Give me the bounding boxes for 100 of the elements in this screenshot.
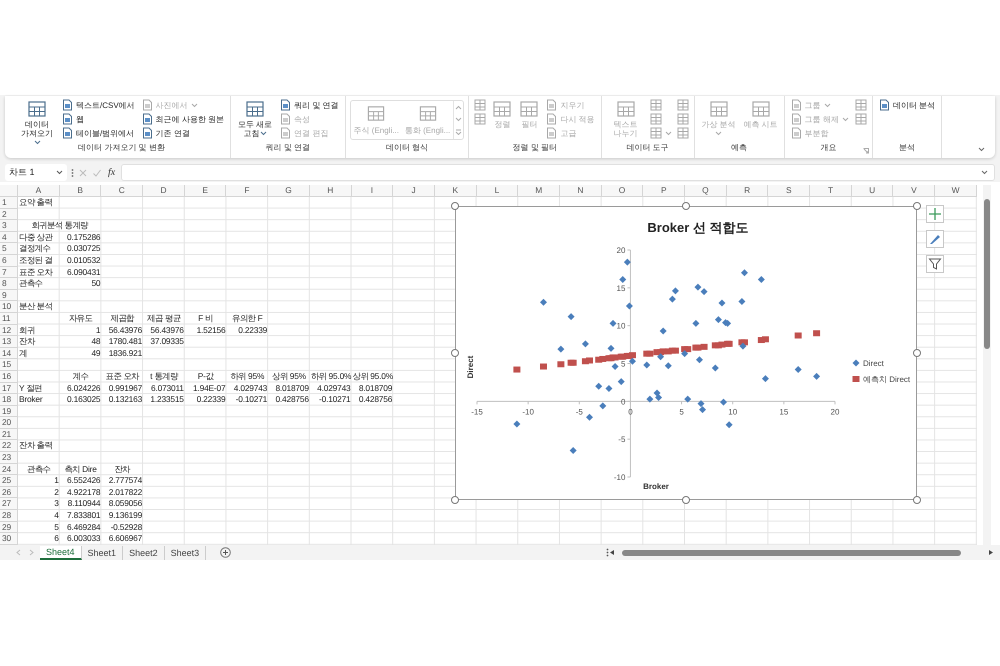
table-cell-text: 0.428756 xyxy=(358,394,394,406)
table-cell-text: 0.175286 xyxy=(66,232,102,244)
table-cell: 상위 95.0% xyxy=(352,370,394,382)
tick-label: -5 xyxy=(618,435,626,444)
table-cell-text: 1 xyxy=(53,475,60,487)
table-cell-text: Broker xyxy=(18,394,44,406)
table-cell-text: 0.132163 xyxy=(108,394,144,406)
table-cell-text: 6.024226 xyxy=(66,382,102,394)
tick-label: 15 xyxy=(779,407,788,416)
table-cell-text: 1.233515 xyxy=(149,394,185,406)
table-cell-text: 6.090431 xyxy=(66,266,102,278)
table-cell-text: 0.22339 xyxy=(237,324,268,336)
table-cell-text: 7.833801 xyxy=(66,510,102,522)
table-cell-text: 2.777574 xyxy=(108,475,144,487)
axis-title: Broker xyxy=(643,482,669,491)
table-cell-text: 3 xyxy=(53,498,60,510)
table-cell-text: 56.43976 xyxy=(149,324,185,336)
table-cell-text: -0.10271 xyxy=(318,394,352,406)
table-cell-text: 48 xyxy=(90,336,102,348)
table-cell-text: 잔차 xyxy=(113,464,132,476)
table-cell-text: 6.003033 xyxy=(66,533,102,545)
table-cell-text: 0.010532 xyxy=(66,254,102,267)
table-cell-text: 0.163025 xyxy=(66,394,102,406)
tick-label: 10 xyxy=(728,407,738,416)
table-cell-text: t 통계량 xyxy=(149,370,180,382)
group-label: 데이터 가져오기 및 변환 xyxy=(78,142,165,153)
table-cell-text: 1.52156 xyxy=(196,324,226,336)
table-cell-text: 1836.921 xyxy=(108,348,144,360)
table-cell-text: 1 xyxy=(94,324,102,336)
table-cell-text: 37.09335 xyxy=(149,336,185,348)
table-cell-text: 분산 분석 xyxy=(18,301,54,313)
table-cell-text: 4.922178 xyxy=(66,486,102,498)
table-cell-text: 8.018709 xyxy=(274,382,310,394)
chart-title: Broker 선 적합도 xyxy=(647,220,749,235)
table-cell-text: 제곱 평균 xyxy=(146,312,182,325)
tick-label: 10 xyxy=(616,322,626,331)
table-cell-text: 6 xyxy=(53,533,60,545)
table-cell: 하위 95.0% xyxy=(310,370,352,382)
table-cell-text: 6.606967 xyxy=(108,533,144,545)
table-cell-text: 2 xyxy=(53,486,60,498)
table-cell-text: 관측수 xyxy=(18,278,44,290)
table-cell-text: 8.110944 xyxy=(66,498,102,510)
table-cell-text: 4.029743 xyxy=(232,382,268,394)
tick-label: -15 xyxy=(471,407,483,416)
group-label: 예측 xyxy=(731,142,748,153)
table-cell-text: 9.136199 xyxy=(108,510,144,522)
table-cell-text: 8.018709 xyxy=(358,382,394,394)
table-cell-text: 8.059056 xyxy=(108,498,144,510)
table-cell-text: 5 xyxy=(53,522,60,534)
table-cell-text: 50 xyxy=(90,278,102,290)
table-cell-text: 잔차 xyxy=(18,336,36,348)
table-cell-text: 4 xyxy=(53,510,60,522)
table-cell-text: 요약 출력 xyxy=(18,197,54,209)
table-cell-text: 2.017822 xyxy=(108,486,144,498)
table-cell-text: 측치 Dire xyxy=(63,464,98,476)
tick-label: 15 xyxy=(616,284,626,293)
table-cell-text: 6.552426 xyxy=(66,475,102,487)
table-cell-text: 자유도 xyxy=(68,312,94,325)
legend-label: Direct xyxy=(863,359,884,368)
table-cell-text: 제곱합 xyxy=(110,312,136,325)
axis-title: Direct xyxy=(466,356,475,378)
table-cell-text: 6.073011 xyxy=(150,382,185,394)
tick-label: 20 xyxy=(616,246,626,255)
table-cell-text: 하위 95% xyxy=(229,370,266,382)
table-cell-text: 유의한 F xyxy=(231,312,264,325)
table-cell-text: 0.030725 xyxy=(66,243,102,255)
table-cell-text: 계 xyxy=(18,348,28,360)
tick-label: -10 xyxy=(522,407,534,416)
table-cell-text: 0.428756 xyxy=(274,394,310,406)
table-cell-text: 표준 오차 xyxy=(104,370,140,382)
table-cell-text: F 비 xyxy=(197,312,214,325)
table-cell-text: 상위 95% xyxy=(271,370,307,382)
tick-label: 20 xyxy=(830,407,840,416)
table-cell-text: 0.22339 xyxy=(196,394,226,406)
tick-label: 5 xyxy=(679,407,684,416)
group-label: 정렬 및 필터 xyxy=(512,142,558,153)
legend-label: 예측치 Direct xyxy=(863,375,910,384)
table-cell-text: 잔차 출력 xyxy=(18,440,54,452)
group-label: 개요 xyxy=(820,142,836,153)
table-cell-text: -0.52928 xyxy=(110,522,144,534)
table-cell-text: 표준 오차 xyxy=(18,266,54,278)
table-cell-text: 관측수 xyxy=(26,464,52,476)
group-label: 데이터 형식 xyxy=(386,142,428,153)
table-cell-text: 결정계수 xyxy=(18,243,52,255)
table-cell-text: P-값 xyxy=(196,370,215,382)
tick-label: -5 xyxy=(576,407,583,416)
table-cell-text: 회귀 xyxy=(18,324,36,336)
table-cell-text: 6.469284 xyxy=(66,522,102,534)
table-cell-text: 1780.481 xyxy=(108,336,144,348)
table-cell-text: 56.43976 xyxy=(108,324,144,336)
tick-label: 5 xyxy=(620,360,626,368)
table-cell-text: 계수 xyxy=(72,370,90,382)
tick-label: 0 xyxy=(628,407,633,416)
group-label: 데이터 도구 xyxy=(626,142,669,153)
table-cell-text: 0.991967 xyxy=(108,382,144,394)
table-cell-text: 다중 상관 xyxy=(18,232,54,244)
table-cell-text: 1.94E-07 xyxy=(192,382,226,394)
table-cell-text: 조정된 결 xyxy=(18,254,54,267)
tick-label: 0 xyxy=(620,397,626,406)
table-cell-text: Y 절편 xyxy=(18,382,43,394)
